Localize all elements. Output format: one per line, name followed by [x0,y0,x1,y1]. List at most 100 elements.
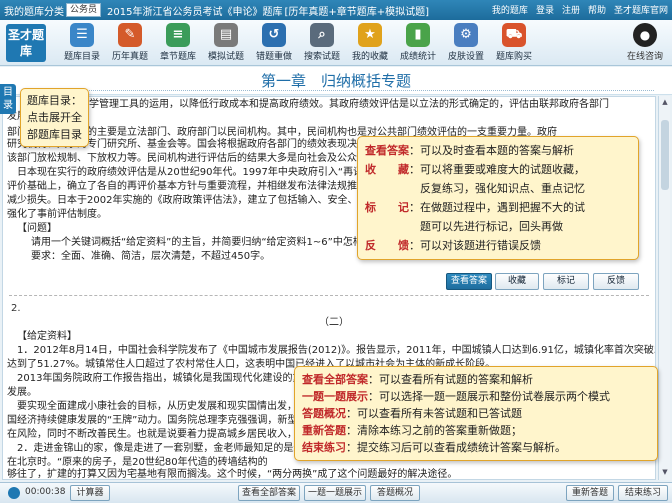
top-bar: 我的题库分类 公务员 2015年浙江省公务员考试《申论》题库 [历年真题+章节题… [0,0,672,20]
clock-icon [8,487,20,499]
tool-label: 皮肤设置 [447,52,484,62]
restart-button[interactable]: 重新答题 [566,485,614,501]
tip-desc: ：可以查看所有未答试题和已答试题 [346,407,522,420]
tip-desc: 反复练习，强化知识点、重点记忆 [365,182,585,195]
question-requirement: 要求：全面、准确、简洁，层次清楚，不超过450字。 [31,251,271,262]
section-heading: （二） [319,317,349,328]
link-register[interactable]: 注册 [562,3,580,16]
tip-desc: ：可以及时查看本题的答案与解析 [409,144,574,157]
answer-buttons-tooltip: 查看答案：可以及时查看本题的答案与解析 收 藏：可以将重要或难度大的试题收藏， … [357,136,639,260]
tip-row: 反复练习，强化知识点、重点记忆 [365,179,631,198]
tool-chapter-bank[interactable]: ≡ 章节题库 [156,23,200,62]
link-help[interactable]: 帮助 [588,3,606,16]
chapter-title: 第一章 归纳概括专题 [260,72,411,90]
tip-key: 一题一题展示 [302,390,368,403]
catalog-tip-line: 点击展开全 [27,111,82,124]
tool-label: 搜索试题 [303,52,340,62]
app-subtitle: [历年真题+章节题库+模拟试题] [284,6,430,18]
qq-icon: ● [633,23,657,47]
finish-button[interactable]: 结束练习 [618,485,668,501]
link-login[interactable]: 登录 [536,3,554,16]
mark-button[interactable]: 标记 [543,273,589,290]
past-exams-icon: ✎ [118,23,142,47]
link-my-bank[interactable]: 我的题库 [492,3,528,16]
tool-label: 章节题库 [159,52,196,62]
catalog-tip-line: 部题库目录 [27,128,82,141]
tip-row: 标 记：在做题过程中，遇到把握不大的试 [365,198,631,217]
favorite-button[interactable]: 收藏 [495,273,539,290]
tool-favorites[interactable]: ★ 我的收藏 [348,23,392,62]
chapter-title-bar: 第一章 归纳概括专题 [0,67,672,95]
tip-desc: 题可以先进行标记，回头再做 [365,220,563,233]
tool-catalog[interactable]: ☰ 题库目录 [60,23,104,62]
scroll-down-icon[interactable]: ▼ [660,468,670,478]
redo-icon: ↺ [262,23,286,47]
tip-row: 查看答案：可以及时查看本题的答案与解析 [365,141,631,160]
tool-skin[interactable]: ⚙ 皮肤设置 [444,23,488,62]
online-consult[interactable]: ● 在线咨询 [622,23,668,62]
view-all-answers-button[interactable]: 查看全部答案 [238,485,300,501]
scroll-up-icon[interactable]: ▲ [660,98,670,108]
answer-overview-button[interactable]: 答题概况 [370,485,420,501]
tool-redo-wrong[interactable]: ↺ 错题重做 [252,23,296,62]
scrollbar-thumb[interactable] [661,120,669,190]
mock-exams-icon: ▤ [214,23,238,47]
tool-search[interactable]: ⌕ 搜索试题 [300,23,344,62]
question-heading: 【问题】 [17,223,57,234]
link-official-site[interactable]: 圣才题库官网 [614,3,668,16]
tip-row: 题可以先进行标记，回头再做 [365,217,631,236]
tip-desc: ：可以将重要或难度大的试题收藏， [409,163,585,176]
tip-key: 标 记 [365,201,409,214]
catalog-icon: ☰ [70,23,94,47]
one-by-one-button[interactable]: 一题一题展示 [304,485,366,501]
passage-line: 够往了，扩建的打算又因为宅基地有限而搁浅。这个时候，“两分两换”成了这个问题最好… [7,469,458,480]
view-answer-button[interactable]: 查看答案 [446,273,492,290]
gear-icon: ⚙ [454,23,478,47]
tip-desc: ：可以选择一题一题展示和整份试卷展示两个模式 [368,390,610,403]
tip-key: 结束练习 [302,441,346,454]
main-toolbar: 圣才题库 ☰ 题库目录 ✎ 历年真题 ≡ 章节题库 ▤ 模拟试题 ↺ 错题重做 ⌕ 搜索试题… [0,20,672,66]
tip-key: 重新答题 [302,424,346,437]
tool-stats[interactable]: ▮ 成绩统计 [396,23,440,62]
passage-line: 发展。 [7,109,627,124]
tip-row: 重新答题：清除本练习之前的答案重新做题； [302,422,650,439]
tip-desc: ：提交练习后可以查看成绩统计答案与解析。 [346,441,566,454]
star-icon: ★ [358,23,382,47]
tip-key: 查看全部答案 [302,373,368,386]
tool-label: 历年真题 [111,52,148,62]
tip-desc: ：可以对该题进行错误反馈 [409,239,541,252]
tip-key: 查看答案 [365,144,409,157]
catalog-tip-line: 题库目录： [27,94,82,107]
online-label: 在线咨询 [626,52,663,62]
tool-past-exams[interactable]: ✎ 历年真题 [108,23,152,62]
category-select[interactable]: 公务员 [66,3,102,17]
catalog-side-tab[interactable]: 目录 [0,84,16,114]
vertical-scrollbar[interactable]: ▲ ▼ [658,96,670,480]
tool-purchase[interactable]: ⛟ 题库购买 [492,23,536,62]
tool-mock-exams[interactable]: ▤ 模拟试题 [204,23,248,62]
tip-key: 收 藏 [365,163,409,176]
tip-desc: ：在做题过程中，遇到把握不大的试 [409,201,585,214]
tip-row: 结束练习：提交练习后可以查看成绩统计答案与解析。 [302,439,650,456]
tool-label: 题库购买 [495,52,532,62]
bottom-buttons-tooltip: 查看全部答案：可以查看所有试题的答案和解析 一题一题展示：可以选择一题一题展示和… [294,366,658,461]
material-heading: 【给定资料】 [17,331,77,342]
app-logo: 圣才题库 [6,24,46,62]
tip-desc: ：清除本练习之前的答案重新做题； [346,424,522,437]
chart-icon: ▮ [406,23,430,47]
passage-line: 1．2012年8月14日，中国社会科学院发布了《中国城市发展报告(2012)》。… [17,345,656,356]
tool-label: 成绩统计 [399,52,436,62]
question-number: 2. [11,303,21,314]
tool-label: 我的收藏 [351,52,388,62]
calculator-button[interactable]: 计算器 [70,485,110,501]
tip-key: 答题概况 [302,407,346,420]
title-divider [22,90,654,91]
question-prompt: 请用一个关键词概括“给定资料”的主旨，并简要归纳“给定资料1~6”中怎样 [31,237,361,248]
tip-key: 反 馈 [365,239,409,252]
category-label: 我的题库分类 [4,6,64,18]
app-title: 2015年浙江省公务员考试《申论》题库 [107,6,283,18]
question-divider [9,295,649,296]
feedback-button[interactable]: 反馈 [593,273,639,290]
elapsed-time: 00:00:38 [25,487,66,497]
bottom-bar: 00:00:38 计算器 查看全部答案 一题一题展示 答题概况 重新答题 结束练… [0,482,672,503]
